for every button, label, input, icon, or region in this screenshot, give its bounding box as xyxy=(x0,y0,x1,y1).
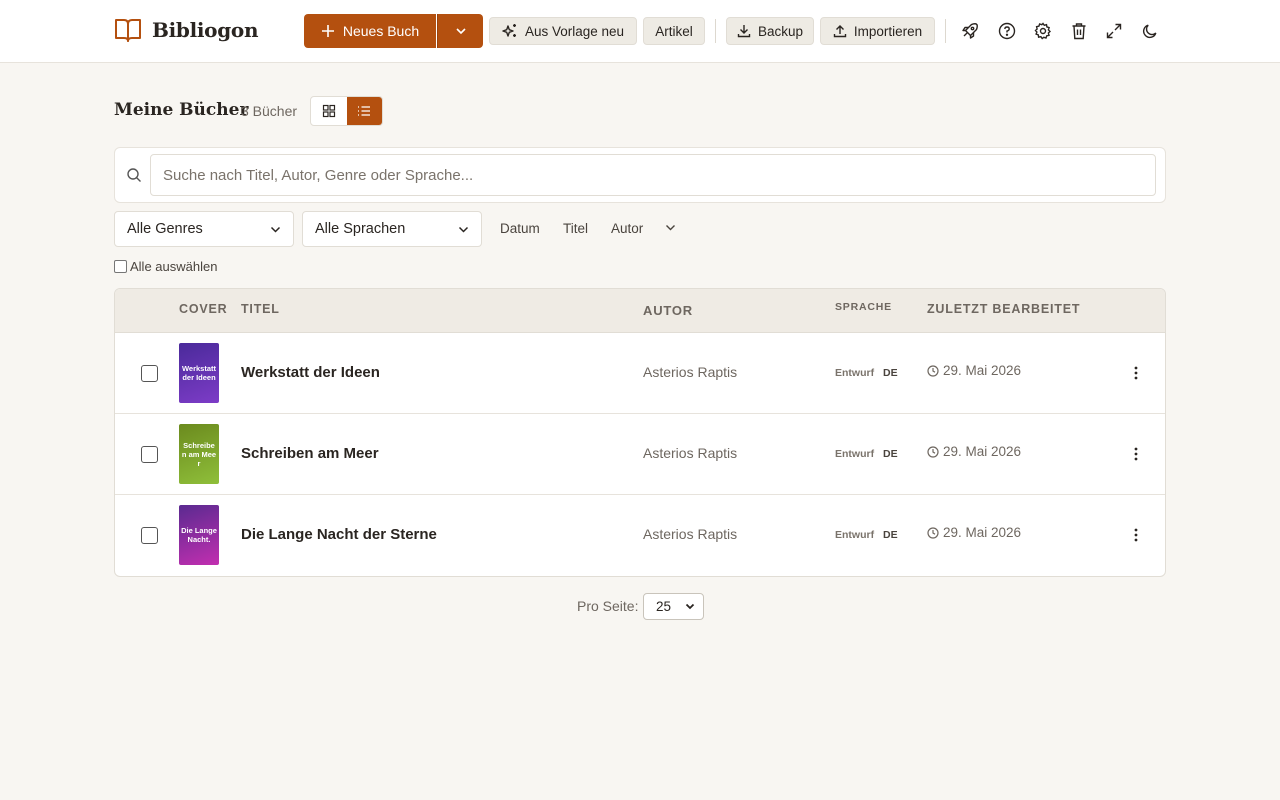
book-author: Asterios Raptis xyxy=(643,364,738,380)
sort-by-title[interactable]: Titel xyxy=(563,221,588,236)
sparkles-icon xyxy=(502,24,516,37)
clock-icon xyxy=(927,526,939,539)
per-page-value: 25 xyxy=(656,599,672,614)
list-icon xyxy=(358,106,371,116)
last-edited: 29. Mai 2026 xyxy=(927,525,1021,540)
article-label: Artikel xyxy=(655,23,693,39)
book-title[interactable]: Werkstatt der Ideen xyxy=(241,364,380,381)
row-checkbox[interactable] xyxy=(141,527,158,544)
book-cover-text: Die Lange Nacht. xyxy=(181,526,217,544)
last-edited: 29. Mai 2026 xyxy=(927,363,1021,378)
grid-view-button[interactable] xyxy=(311,97,347,125)
grid-icon xyxy=(322,104,335,118)
backup-button[interactable]: Backup xyxy=(726,17,814,45)
language-badge: DE xyxy=(883,529,898,541)
book-title[interactable]: Schreiben am Meer xyxy=(241,445,379,462)
last-edited: 29. Mai 2026 xyxy=(927,444,1021,459)
new-book-button[interactable]: Neues Buch xyxy=(304,14,436,48)
table-row[interactable]: Werkstatt der Ideen Werkstatt der Ideen As… xyxy=(115,333,1165,414)
clock-icon xyxy=(927,445,939,458)
book-cover[interactable]: Die Lange Nacht. xyxy=(179,505,219,565)
book-open-icon xyxy=(115,19,141,42)
column-header-title[interactable]: TITEL xyxy=(241,302,280,316)
genre-filter-value: Alle Genres xyxy=(127,221,203,237)
import-label: Importieren xyxy=(853,23,923,39)
help-icon[interactable] xyxy=(996,20,1018,42)
column-header-language: SPRACHE xyxy=(835,301,892,313)
language-badge: DE xyxy=(883,448,898,460)
book-author: Asterios Raptis xyxy=(643,445,738,461)
list-view-button[interactable] xyxy=(346,97,382,125)
upload-icon xyxy=(833,25,847,38)
plus-icon xyxy=(321,25,334,37)
view-toggle xyxy=(310,96,383,126)
last-edited-date: 29. Mai 2026 xyxy=(943,525,1022,540)
row-more-menu-icon[interactable] xyxy=(1125,362,1147,384)
app-logo[interactable]: Bibliogon xyxy=(114,17,258,43)
backup-label: Backup xyxy=(757,23,804,39)
select-all-label: Alle auswählen xyxy=(130,259,218,274)
search-icon xyxy=(127,168,141,182)
select-all-toggle[interactable]: Alle auswählen xyxy=(114,259,217,274)
page-title: Meine Bücher xyxy=(114,100,249,120)
app-name: Bibliogon xyxy=(152,18,259,42)
sort-by-author[interactable]: Autor xyxy=(611,221,643,236)
dark-mode-moon-icon[interactable] xyxy=(1139,20,1161,42)
row-more-menu-icon[interactable] xyxy=(1125,443,1147,465)
table-header: COVER TITEL AUTOR SPRACHE ZULETZT BEARBE… xyxy=(115,289,1165,333)
row-more-menu-icon[interactable] xyxy=(1125,524,1147,546)
toolbar-divider xyxy=(945,19,946,43)
book-cover[interactable]: Schreiben am Meer xyxy=(179,424,219,484)
row-checkbox[interactable] xyxy=(141,365,158,382)
search-bar xyxy=(114,147,1166,203)
book-author: Asterios Raptis xyxy=(643,526,738,542)
from-template-button[interactable]: Aus Vorlage neu xyxy=(489,17,637,45)
table-row[interactable]: Die Lange Nacht. Die Lange Nacht der Ster… xyxy=(115,495,1165,576)
chevron-down-icon xyxy=(458,226,469,233)
trash-icon[interactable] xyxy=(1068,20,1090,42)
book-count: 3 Bücher xyxy=(241,103,298,119)
import-button[interactable]: Importieren xyxy=(820,17,935,45)
article-button[interactable]: Artikel xyxy=(643,17,705,45)
select-all-checkbox[interactable] xyxy=(114,260,127,273)
last-edited-date: 29. Mai 2026 xyxy=(943,363,1022,378)
clock-icon xyxy=(927,364,939,377)
status-badge: Entwurf xyxy=(835,448,875,460)
app-header: Bibliogon Neues Buch Aus Vorlage neu Art… xyxy=(0,0,1280,63)
rocket-icon[interactable] xyxy=(959,20,981,42)
sort-direction-chevron-icon[interactable] xyxy=(665,224,676,231)
language-filter-select[interactable]: Alle Sprachen xyxy=(302,211,482,247)
table-row[interactable]: Schreiben am Meer Schreiben am Meer Asteri… xyxy=(115,414,1165,495)
column-header-author[interactable]: AUTOR xyxy=(643,303,693,318)
toolbar-divider xyxy=(715,19,716,43)
chevron-down-icon xyxy=(685,603,695,610)
book-cover-text: Schreiben am Meer xyxy=(181,440,217,468)
status-badge: Entwurf xyxy=(835,529,875,541)
settings-gear-icon[interactable] xyxy=(1032,20,1054,42)
status-badge: Entwurf xyxy=(835,367,875,379)
per-page-select[interactable]: 25 xyxy=(643,593,704,620)
new-book-label: Neues Buch xyxy=(342,23,420,39)
sort-by-date[interactable]: Datum xyxy=(500,221,540,236)
chevron-down-icon xyxy=(270,226,281,233)
column-header-last-edited[interactable]: ZULETZT BEARBEITET xyxy=(927,302,1080,316)
language-filter-value: Alle Sprachen xyxy=(315,221,406,237)
book-cover[interactable]: Werkstatt der Ideen xyxy=(179,343,219,403)
books-table: COVER TITEL AUTOR SPRACHE ZULETZT BEARBE… xyxy=(114,288,1166,577)
book-cover-text: Werkstatt der Ideen xyxy=(181,364,217,382)
column-header-cover: COVER xyxy=(179,302,228,316)
last-edited-date: 29. Mai 2026 xyxy=(943,444,1022,459)
chevron-down-icon xyxy=(455,28,466,35)
from-template-label: Aus Vorlage neu xyxy=(524,23,625,39)
book-title[interactable]: Die Lange Nacht der Sterne xyxy=(241,526,437,543)
fullscreen-icon[interactable] xyxy=(1103,20,1125,42)
genre-filter-select[interactable]: Alle Genres xyxy=(114,211,294,247)
row-checkbox[interactable] xyxy=(141,446,158,463)
per-page-label: Pro Seite: xyxy=(577,598,639,614)
search-input[interactable] xyxy=(150,154,1156,196)
new-book-dropdown-button[interactable] xyxy=(437,14,483,48)
download-icon xyxy=(737,25,751,38)
language-badge: DE xyxy=(883,367,898,379)
